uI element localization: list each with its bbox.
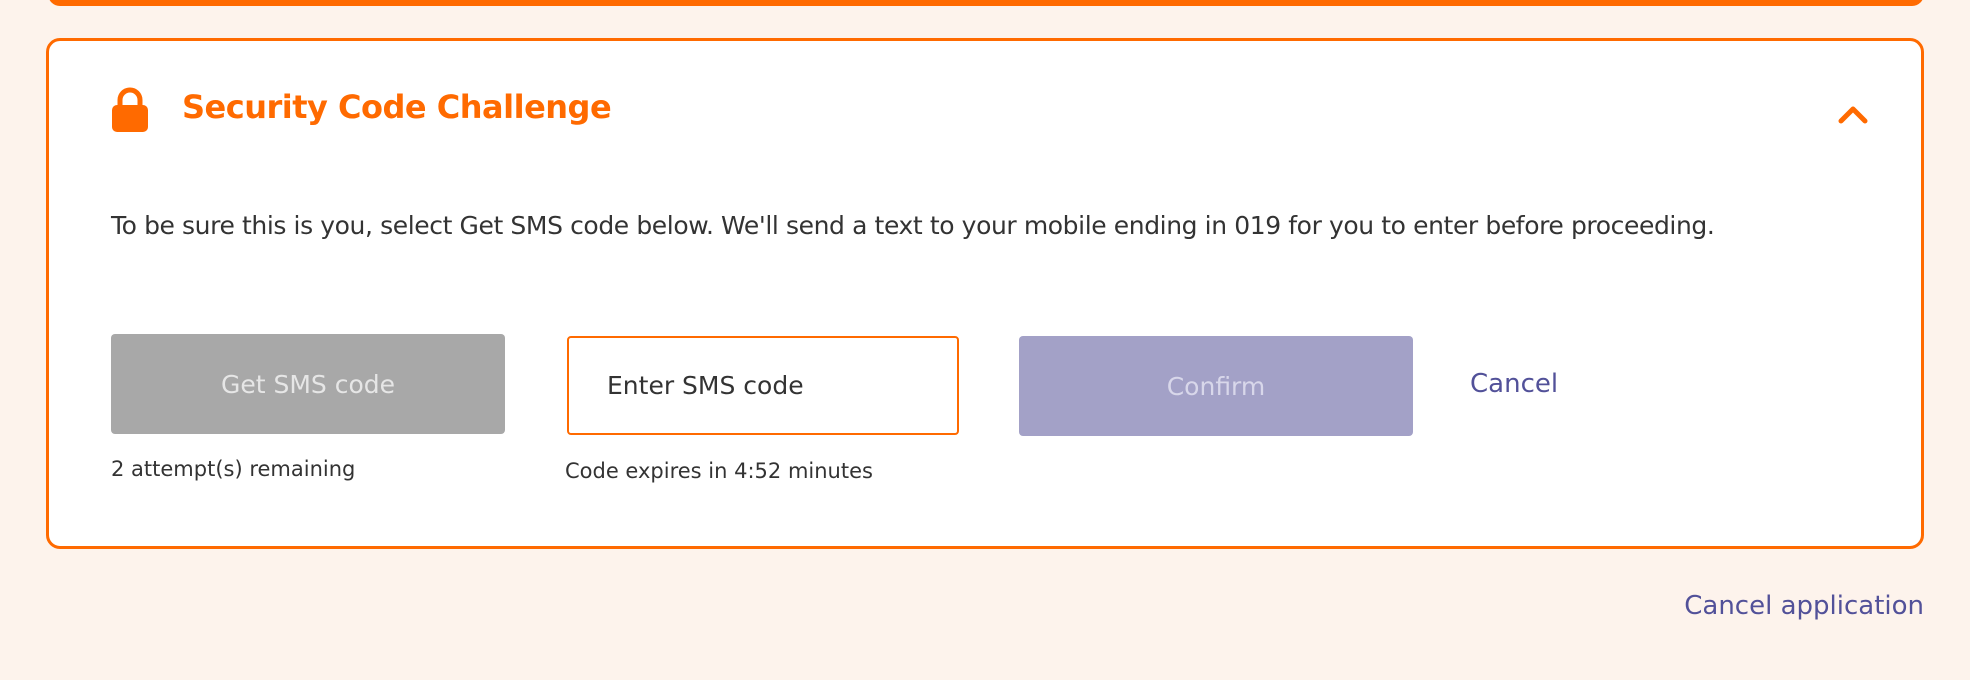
top-accent-bar xyxy=(48,0,1924,6)
cancel-application-link[interactable]: Cancel application xyxy=(1684,591,1924,621)
sms-code-input[interactable] xyxy=(567,336,959,435)
code-expiry-text: Code expires in 4:52 minutes xyxy=(565,459,873,483)
attempts-remaining-text: 2 attempt(s) remaining xyxy=(111,457,356,481)
confirm-button[interactable]: Confirm xyxy=(1019,336,1413,436)
get-sms-code-button[interactable]: Get SMS code xyxy=(111,334,505,434)
challenge-description: To be sure this is you, select Get SMS c… xyxy=(111,211,1715,240)
chevron-up-icon[interactable] xyxy=(1835,97,1871,133)
card-title: Security Code Challenge xyxy=(182,88,612,126)
cancel-link[interactable]: Cancel xyxy=(1470,369,1558,399)
security-challenge-card: Security Code Challenge To be sure this … xyxy=(46,38,1924,549)
lock-icon xyxy=(111,87,149,133)
card-header: Security Code Challenge xyxy=(49,41,1921,181)
